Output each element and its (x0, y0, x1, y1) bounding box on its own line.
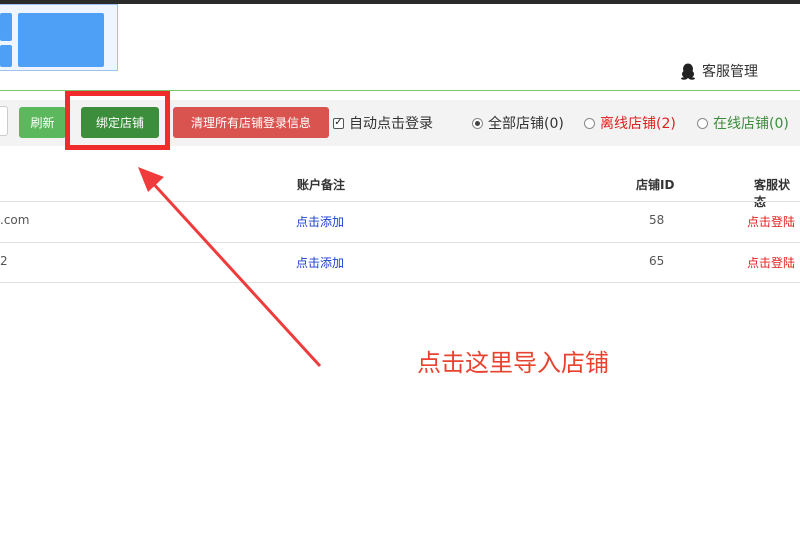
annotation-text: 点击这里导入店铺 (417, 349, 609, 377)
annotation-arrow-icon (138, 167, 322, 368)
